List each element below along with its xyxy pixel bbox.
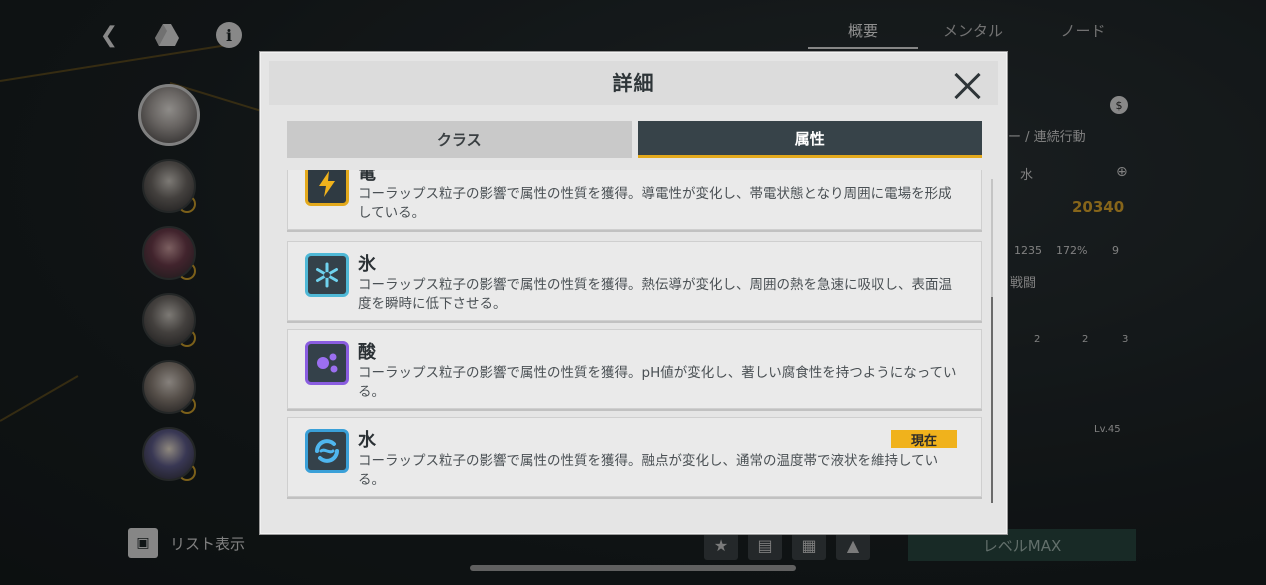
attribute-description: コーラップス粒子の影響で属性の性質を獲得。熱伝導が変化し、周囲の熱を急速に吸収し… [358, 277, 952, 312]
close-icon[interactable] [952, 71, 982, 101]
list-item: 氷 コーラップス粒子の影響で属性の性質を獲得。熱伝導が変化し、周囲の熱を急速に吸… [287, 241, 982, 321]
detail-tabs: クラス 属性 [287, 121, 982, 158]
list-item: 電 コーラップス粒子の影響で属性の性質を獲得。導電性が変化し、帯電状態となり周囲… [287, 170, 982, 230]
water-swirl-icon [305, 429, 349, 473]
attribute-name: 電 [358, 170, 376, 184]
list-item: 酸 コーラップス粒子の影響で属性の性質を獲得。pH値が変化し、著しい腐食性を持つ… [287, 329, 982, 409]
snowflake-icon [305, 253, 349, 297]
attribute-list[interactable]: 電 コーラップス粒子の影響で属性の性質を獲得。導電性が変化し、帯電状態となり周囲… [287, 170, 982, 510]
attribute-name: 氷 [358, 254, 376, 275]
tab-class[interactable]: クラス [287, 121, 632, 158]
attribute-description: コーラップス粒子の影響で属性の性質を獲得。融点が変化し、通常の温度帯で液状を維持… [358, 453, 939, 488]
attribute-description: コーラップス粒子の影響で属性の性質を獲得。導電性が変化し、帯電状態となり周囲に電… [358, 186, 952, 221]
acid-bubbles-icon [305, 341, 349, 385]
scrollbar-thumb[interactable] [991, 297, 993, 503]
tab-attribute[interactable]: 属性 [637, 121, 982, 158]
detail-dialog: 詳細 クラス 属性 電 コーラップス粒子の影響で属性の性質を獲得。導電性が変化し… [260, 52, 1007, 534]
attribute-name: 酸 [358, 342, 376, 363]
list-scrollbar[interactable] [991, 179, 993, 503]
attribute-description: コーラップス粒子の影響で属性の性質を獲得。pH値が変化し、著しい腐食性を持つよう… [358, 365, 957, 400]
lightning-icon [305, 170, 349, 206]
dialog-header: 詳細 [269, 61, 998, 105]
attribute-name: 水 [358, 430, 376, 451]
dialog-title: 詳細 [612, 71, 655, 95]
current-badge: 現在 [891, 430, 957, 449]
list-item: 水 現在 コーラップス粒子の影響で属性の性質を獲得。融点が変化し、通常の温度帯で… [287, 417, 982, 497]
